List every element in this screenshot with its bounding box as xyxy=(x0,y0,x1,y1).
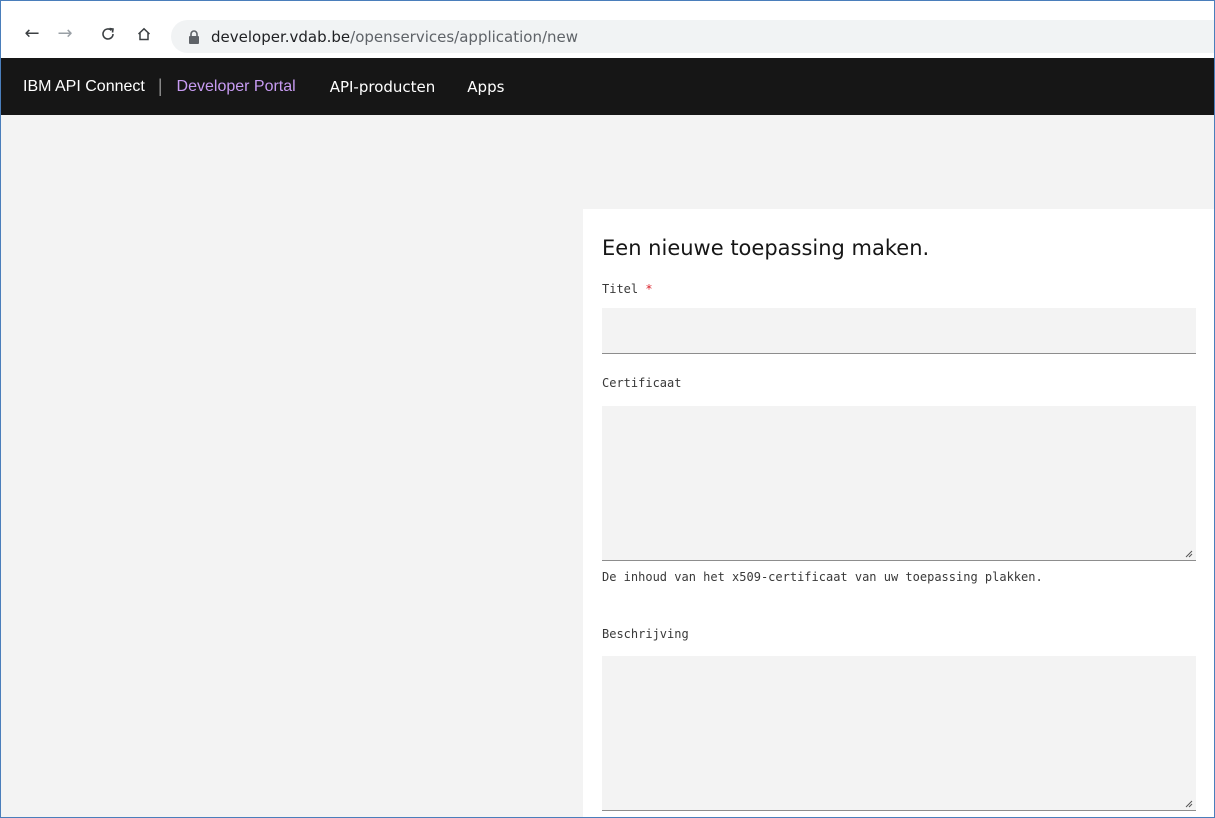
arrow-left-icon: ← xyxy=(24,23,40,44)
certificate-textarea[interactable] xyxy=(602,406,1196,561)
required-marker: * xyxy=(645,282,653,296)
reload-button[interactable] xyxy=(97,23,119,45)
url-text: developer.vdab.be/openservices/applicati… xyxy=(211,28,578,46)
home-button[interactable] xyxy=(133,23,155,45)
browser-toolbar: ← → developer.vdab.be/openservices/appli… xyxy=(1,1,1214,58)
back-button[interactable]: ← xyxy=(21,23,43,45)
title-input[interactable] xyxy=(602,308,1196,354)
reload-icon xyxy=(102,27,114,40)
resize-handle-icon[interactable] xyxy=(1183,548,1193,558)
brand-name[interactable]: IBM API Connect xyxy=(23,78,145,96)
lock-icon xyxy=(189,30,199,44)
url-path: /openservices/application/new xyxy=(350,28,579,46)
title-label: Titel * xyxy=(602,282,653,296)
description-label: Beschrijving xyxy=(602,627,689,641)
title-label-text: Titel xyxy=(602,282,639,296)
address-bar[interactable]: developer.vdab.be/openservices/applicati… xyxy=(171,20,1214,53)
certificate-label: Certificaat xyxy=(602,376,682,390)
arrow-right-icon: → xyxy=(57,23,73,44)
brand-separator: | xyxy=(157,76,163,96)
resize-handle-icon[interactable] xyxy=(1183,798,1193,808)
home-icon xyxy=(137,27,151,41)
nav-link-developer-portal[interactable]: Developer Portal xyxy=(177,78,296,96)
certificate-helper-text: De inhoud van het x509-certificaat van u… xyxy=(602,570,1043,584)
page-title: Een nieuwe toepassing maken. xyxy=(602,236,930,260)
browser-window: ← → developer.vdab.be/openservices/appli… xyxy=(0,0,1215,818)
nav-link-api-products[interactable]: API-producten xyxy=(330,78,436,96)
url-host: developer.vdab.be xyxy=(211,28,351,46)
forward-button[interactable]: → xyxy=(54,23,76,45)
portal-top-nav: IBM API Connect | Developer Portal API-p… xyxy=(1,58,1214,115)
nav-link-apps[interactable]: Apps xyxy=(467,78,504,96)
description-textarea[interactable] xyxy=(602,656,1196,811)
